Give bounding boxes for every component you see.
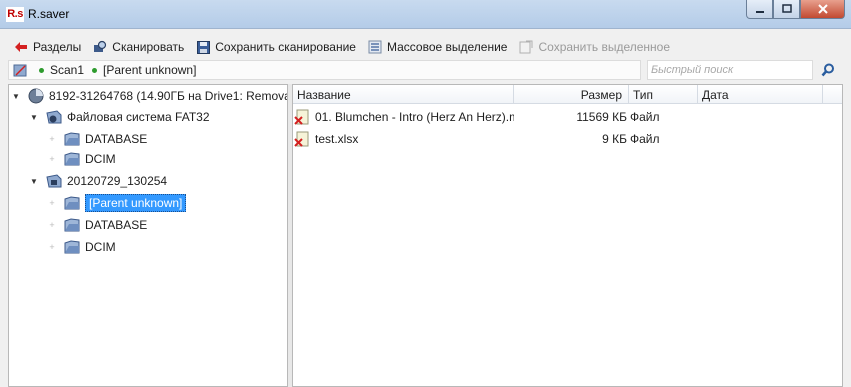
file-size: 11569 КБ (576, 110, 627, 124)
folder-icon (64, 132, 80, 146)
collapse-arrow-icon[interactable]: ▼ (29, 177, 39, 186)
folder-status-dot (92, 67, 98, 73)
tree-item-drive[interactable]: ▼ 8192-31264768 (14.90ГБ на Drive1: Remo… (11, 86, 287, 106)
minimize-button[interactable] (746, 0, 773, 19)
breadcrumb-scan[interactable]: Scan1 (50, 63, 84, 77)
collapse-arrow-icon[interactable]: ▼ (29, 113, 39, 122)
folder-icon (64, 196, 80, 210)
tree-item-database[interactable]: + DATABASE (47, 215, 147, 235)
scan-button[interactable]: Сканировать (93, 37, 184, 57)
back-arrow-icon (14, 40, 28, 54)
table-row[interactable]: test.xlsx 9 КБ Файл (293, 128, 842, 150)
app-window: R.s R.saver Разделы Сканировать Сохранит… (0, 0, 851, 387)
collapse-arrow-icon[interactable]: ▼ (11, 92, 21, 101)
quick-search-input[interactable]: Быстрый поиск (647, 60, 813, 80)
column-name[interactable]: Название (293, 85, 514, 104)
tree-label: DATABASE (85, 132, 148, 146)
maximize-icon (781, 4, 792, 13)
disk-pie-icon (28, 88, 44, 104)
folder-icon (64, 152, 80, 166)
tree-item-dcim[interactable]: + DCIM (47, 237, 116, 257)
tree-label: 8192-31264768 (14.90ГБ на Drive1: Remova… (49, 89, 287, 103)
tree-label: 20120729_130254 (67, 174, 168, 188)
save-scan-button[interactable]: Сохранить сканирование (196, 37, 356, 57)
save-selected-button[interactable]: Сохранить выделенное (519, 37, 670, 57)
folder-tree[interactable]: ▼ 8192-31264768 (14.90ГБ на Drive1: Remo… (8, 84, 288, 387)
tree-label-selected: [Parent unknown] (85, 194, 187, 212)
search-icon (821, 63, 834, 77)
file-name: 01. Blumchen - Intro (Herz An Herz).mp3 (315, 110, 514, 124)
tree-item-session[interactable]: ▼ 20120729_130254 (29, 171, 167, 191)
deleted-file-icon (294, 131, 309, 147)
mass-select-icon (368, 40, 382, 54)
column-size[interactable]: Размер (514, 85, 629, 104)
save-scan-label: Сохранить сканирование (215, 40, 356, 54)
maximize-button[interactable] (773, 0, 800, 19)
toolbar: Разделы Сканировать Сохранить сканирован… (0, 36, 851, 58)
filesystem-icon (46, 110, 62, 124)
window-title: R.saver (28, 7, 70, 21)
column-date[interactable]: Дата (698, 85, 823, 104)
close-button[interactable] (800, 0, 845, 19)
file-list[interactable]: Название Размер Тип Дата 01. Blumchen - … (292, 84, 843, 387)
breadcrumb-folder[interactable]: [Parent unknown] (103, 63, 196, 77)
file-type: Файл (630, 132, 660, 146)
folder-icon (64, 218, 80, 232)
title-bar[interactable]: R.s R.saver (0, 0, 851, 29)
search-button[interactable] (818, 61, 838, 79)
save-selected-icon (519, 40, 533, 54)
file-type: Файл (630, 110, 660, 124)
save-selected-label: Сохранить выделенное (538, 40, 671, 54)
scan-session-icon (46, 174, 62, 188)
tree-item-database[interactable]: + DATABASE (47, 129, 147, 149)
address-bar[interactable]: Scan1 [Parent unknown] (8, 60, 641, 80)
tree-label: DCIM (85, 240, 116, 254)
tree-label: DCIM (85, 152, 116, 166)
tree-item-fat32[interactable]: ▼ Файловая система FAT32 (29, 107, 210, 127)
close-icon (817, 4, 828, 14)
column-type[interactable]: Тип (629, 85, 698, 104)
scan-status-dot (39, 67, 44, 73)
tree-label: DATABASE (85, 218, 148, 232)
tree-item-dcim[interactable]: + DCIM (47, 149, 116, 169)
floppy-disk-icon (196, 40, 210, 54)
partitions-label: Разделы (33, 40, 82, 54)
table-row[interactable]: 01. Blumchen - Intro (Herz An Herz).mp3 … (293, 106, 842, 128)
mass-select-button[interactable]: Массовое выделение (368, 37, 508, 57)
tree-label: Файловая система FAT32 (67, 110, 210, 124)
folder-icon (64, 240, 80, 254)
mass-select-label: Массовое выделение (386, 40, 508, 54)
deleted-file-icon (294, 109, 309, 125)
file-name: test.xlsx (315, 132, 359, 146)
file-list-header: Название Размер Тип Дата (293, 85, 842, 104)
caption-buttons (746, 0, 845, 19)
scan-label: Сканировать (112, 40, 185, 54)
app-logo: R.s (6, 7, 24, 22)
minimize-icon (755, 11, 764, 13)
partitions-button[interactable]: Разделы (14, 37, 81, 57)
scan-magnifier-icon (93, 40, 107, 54)
scan-folder-icon (13, 63, 27, 77)
file-size: 9 КБ (602, 132, 627, 146)
tree-item-parent-unknown[interactable]: + [Parent unknown] (47, 193, 187, 213)
